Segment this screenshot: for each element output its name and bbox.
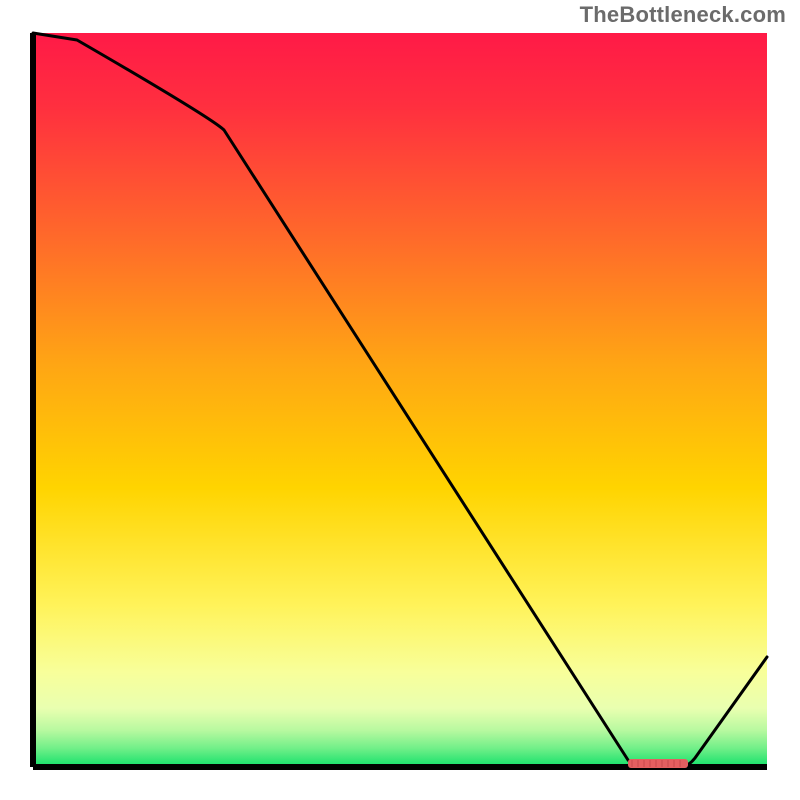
watermark-text: TheBottleneck.com [580, 2, 786, 28]
optimal-range-marker [628, 759, 688, 768]
bottleneck-chart [0, 0, 800, 800]
chart-container: TheBottleneck.com [0, 0, 800, 800]
plot-background [33, 33, 767, 767]
